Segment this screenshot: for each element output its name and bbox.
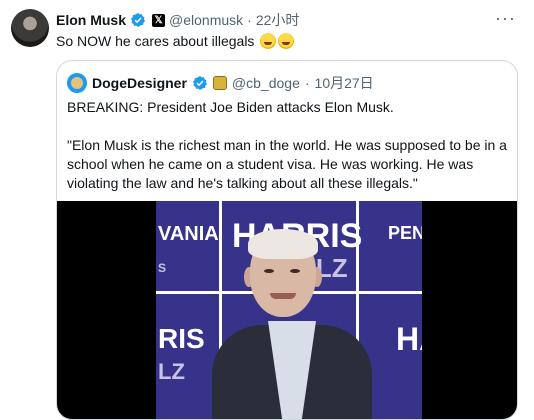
verified-badge-icon	[192, 76, 207, 90]
quoted-tweet-header: DogeDesigner @cb_doge · 10月27日	[67, 73, 374, 93]
speaker-mouth	[270, 293, 296, 299]
sign-ris: RIS	[158, 323, 205, 354]
quoted-author-handle[interactable]: @cb_doge	[232, 75, 300, 91]
laughing-emoji-icon-2	[278, 33, 295, 49]
author-handle[interactable]: @elonmusk	[169, 12, 243, 28]
more-options-icon[interactable]: ···	[495, 8, 516, 29]
tweet-text-content: So NOW he cares about illegals	[56, 33, 255, 49]
quoted-author-name[interactable]: DogeDesigner	[92, 75, 187, 91]
author-name[interactable]: Elon Musk	[56, 12, 126, 28]
affiliate-badge-icon	[212, 76, 227, 90]
sign-vania: VANIA	[158, 223, 219, 245]
dot-separator: ·	[304, 75, 310, 91]
video-frame: VANIA S HARRIS WALZ PEN RIS LZ HA	[156, 201, 422, 419]
sign-pen: PEN	[388, 223, 422, 243]
sign-lz: LZ	[158, 359, 185, 384]
laughing-emoji-icon	[260, 33, 295, 49]
verified-badge-icon	[131, 13, 146, 27]
dot-separator: ·	[247, 12, 252, 28]
author-avatar[interactable]	[11, 9, 49, 47]
tweet-time[interactable]: 22小时	[256, 10, 300, 30]
laughing-emoji-icon-1	[260, 33, 277, 49]
quoted-author-avatar[interactable]	[67, 73, 87, 93]
speaker-hair	[248, 229, 318, 259]
quoted-tweet-text: BREAKING: President Joe Biden attacks El…	[67, 99, 507, 191]
quoted-tweet-date[interactable]: 10月27日	[315, 73, 374, 93]
sign-ha: HA	[396, 321, 422, 357]
tweet-text: So NOW he cares about illegals	[56, 33, 295, 49]
quoted-tweet-card[interactable]: DogeDesigner @cb_doge · 10月27日 BREAKING:…	[56, 60, 518, 420]
x-affiliate-icon: 𝕏	[152, 13, 166, 27]
sign-s: S	[158, 261, 167, 275]
tweet-header: Elon Musk 𝕏 @elonmusk · 22小时	[56, 10, 299, 30]
speaker-eye-left	[264, 269, 274, 273]
video-player[interactable]: VANIA S HARRIS WALZ PEN RIS LZ HA	[57, 201, 517, 419]
speaker-eye-right	[290, 269, 300, 273]
speaker-figure	[212, 229, 372, 419]
